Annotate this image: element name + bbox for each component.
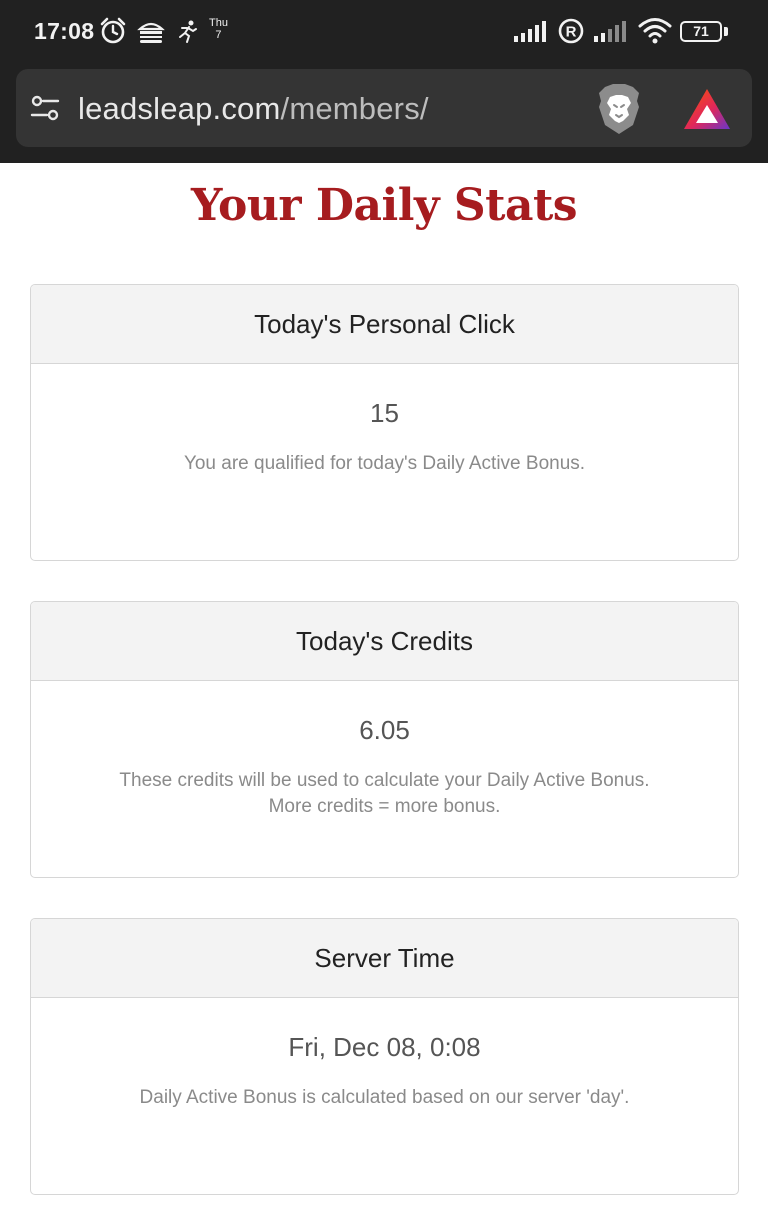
card-value: 6.05: [359, 715, 410, 745]
stat-card-personal-click: Today's Personal Click 15 You are qualif…: [30, 284, 739, 561]
card-note: These credits will be used to calculate …: [31, 768, 738, 820]
browser-toolbar: leadsleap.com/members/: [0, 62, 768, 163]
card-note-line: Daily Active Bonus is calculated based o…: [139, 1087, 630, 1108]
card-note: Daily Active Bonus is calculated based o…: [31, 1085, 738, 1111]
card-header: Server Time: [31, 919, 738, 998]
card-value: 15: [370, 398, 399, 428]
calendar-icon: Thu 7: [209, 17, 228, 41]
site-settings-icon[interactable]: [30, 93, 60, 123]
day-number: 7: [215, 29, 222, 41]
battery-icon: 71: [680, 21, 722, 42]
card-note-line: More credits = more bonus.: [268, 796, 501, 817]
status-bar: 17:08 Thu 7 R 71: [0, 0, 768, 62]
brave-rewards-icon[interactable]: [682, 87, 732, 131]
wifi-icon: [638, 18, 672, 44]
card-note-line: You are qualified for today's Daily Acti…: [183, 453, 586, 474]
runner-icon: [179, 20, 197, 43]
url-text[interactable]: leadsleap.com/members/: [78, 91, 429, 127]
card-note-line: These credits will be used to calculate …: [119, 770, 650, 791]
card-value: Fri, Dec 08, 0:08: [288, 1032, 481, 1062]
signal-icon: [514, 21, 546, 42]
battery-tip: [724, 27, 728, 36]
url-domain: leadsleap.com: [78, 91, 281, 126]
card-note: You are qualified for today's Daily Acti…: [31, 451, 738, 477]
stat-card-credits: Today's Credits 6.05 These credits will …: [30, 601, 739, 878]
hamburger-icon: [137, 22, 165, 43]
page-title: Your Daily Stats: [190, 180, 578, 231]
alarm-icon: [100, 17, 126, 44]
day-name: Thu: [209, 17, 228, 29]
status-time: 17:08: [34, 18, 95, 44]
brave-shield-icon[interactable]: [596, 83, 642, 135]
signal-weak-icon: [594, 21, 626, 42]
address-bar[interactable]: leadsleap.com/members/: [16, 69, 752, 147]
url-path: /members/: [280, 91, 429, 126]
stat-card-server-time: Server Time Fri, Dec 08, 0:08 Daily Acti…: [30, 918, 739, 1195]
card-header: Today's Personal Click: [31, 285, 738, 364]
registered-icon: R: [558, 18, 584, 44]
card-header: Today's Credits: [31, 602, 738, 681]
svg-text:R: R: [566, 24, 577, 41]
